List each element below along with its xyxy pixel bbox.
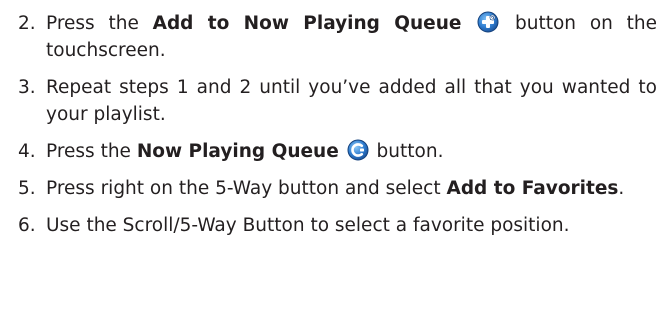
step-item: 4. Press the Now Playing Queue button. [18,138,657,165]
step-text: Press right on the 5-Way button and sele… [46,175,657,202]
step-number: 4. [18,141,36,162]
add-to-queue-icon [477,11,499,33]
now-playing-queue-icon [347,139,369,161]
step-text: Use the Scroll/5-Way Button to select a … [46,215,570,236]
step-text: Repeat steps 1 and 2 until you’ve added … [46,77,657,125]
step-number: 2. [18,13,36,34]
step-text: Press the Now Playing Queue button. [46,138,657,165]
step-text: Press the Add to Now Playing Queue butto… [46,10,657,64]
steps-list: 2. Press the Add to Now Playing Queue bu… [18,10,657,239]
add-to-favorites-label: Add to Favorites [446,178,619,199]
step-item: 2. Press the Add to Now Playing Queue bu… [18,10,657,64]
step-item: 5. Press right on the 5-Way button and s… [18,175,657,202]
step-text-segment: button. [370,141,444,162]
step-number: 5. [18,178,36,199]
step-text-segment: Press the [46,13,153,34]
step-number: 6. [18,215,36,236]
step-item: 6. Use the Scroll/5-Way Button to select… [18,212,657,239]
step-number: 3. [18,77,36,98]
step-text-segment: Press the [46,141,137,162]
step-item: 3. Repeat steps 1 and 2 until you’ve add… [18,74,657,128]
instruction-page: 2. Press the Add to Now Playing Queue bu… [0,0,665,332]
step-text-segment: Press right on the 5-Way button and sele… [46,178,447,199]
now-playing-queue-label: Now Playing Queue [136,141,339,162]
add-to-now-playing-queue-label: Add to Now Playing Queue [152,13,462,34]
step-text-segment: . [618,178,625,199]
